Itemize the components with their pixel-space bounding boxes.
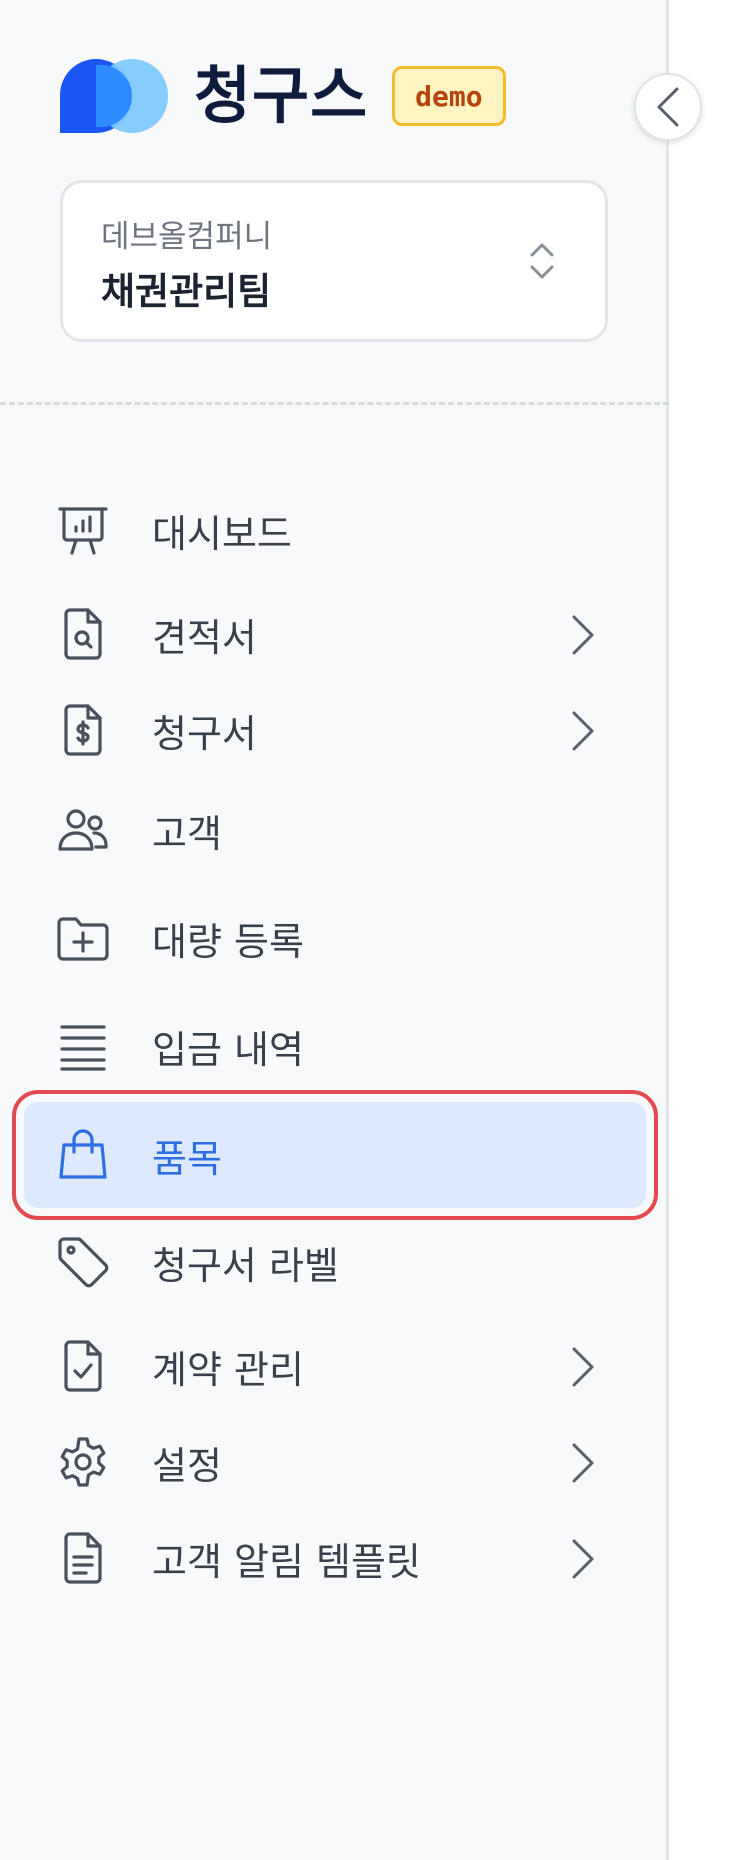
brand-name: 청구스: [194, 59, 369, 132]
brand-logo-icon: [60, 59, 168, 133]
company-name: 데브올컴퍼니: [101, 219, 273, 255]
document-search-icon: [56, 607, 110, 661]
folder-plus-icon: [56, 911, 110, 965]
nav-item-settings[interactable]: 설정: [24, 1410, 644, 1514]
list-lines-icon: [56, 1019, 110, 1073]
nav-item-quotes[interactable]: 견적서: [24, 582, 644, 686]
nav-item-notification-templates[interactable]: 고객 알림 템플릿: [24, 1506, 644, 1610]
logo-row: 청구스 demo: [60, 56, 506, 136]
document-text-icon: [56, 1531, 110, 1585]
shopping-bag-icon: [56, 1128, 110, 1182]
divider: [0, 402, 669, 405]
organization-switcher[interactable]: 데브올컴퍼니 채권관리팀: [60, 180, 608, 342]
chevron-up-down-icon: [530, 243, 554, 279]
tag-icon: [56, 1235, 110, 1289]
sidebar: 청구스 demo 데브올컴퍼니 채권관리팀 대시보드 견적서 청구서 고객 대량…: [0, 0, 669, 1860]
nav-label: 대시보드: [152, 511, 292, 556]
nav-label: 계약 관리: [152, 1347, 304, 1392]
nav-label: 견적서: [152, 615, 257, 660]
nav-label: 설정: [152, 1443, 222, 1488]
presentation-chart-icon: [56, 503, 110, 557]
collapse-sidebar-button[interactable]: [634, 73, 702, 141]
nav-item-products[interactable]: 품목: [12, 1090, 658, 1220]
chevron-right-icon: [572, 615, 594, 655]
nav-item-contracts[interactable]: 계약 관리: [24, 1314, 644, 1418]
document-check-icon: [56, 1339, 110, 1393]
nav-item-customers[interactable]: 고객: [24, 778, 644, 882]
nav-item-deposits[interactable]: 입금 내역: [24, 994, 644, 1098]
team-name: 채권관리팀: [101, 270, 272, 313]
nav-label: 청구서 라벨: [152, 1243, 339, 1288]
chevron-right-icon: [572, 1347, 594, 1387]
main-content-area: [669, 0, 750, 1860]
document-dollar-icon: [56, 703, 110, 757]
nav-label: 품목: [152, 1136, 222, 1181]
nav-label: 입금 내역: [152, 1027, 304, 1072]
chevron-left-icon: [657, 87, 679, 127]
nav-item-invoice-labels[interactable]: 청구서 라벨: [24, 1210, 644, 1314]
gear-icon: [56, 1435, 110, 1489]
chevron-right-icon: [572, 1539, 594, 1579]
nav-label: 고객: [152, 811, 222, 856]
demo-badge: demo: [392, 66, 506, 126]
nav-item-bulk-upload[interactable]: 대량 등록: [24, 886, 644, 990]
nav-label: 고객 알림 템플릿: [152, 1539, 421, 1584]
chevron-right-icon: [572, 1443, 594, 1483]
nav-item-invoices[interactable]: 청구서: [24, 678, 644, 782]
chevron-right-icon: [572, 711, 594, 751]
nav-label: 대량 등록: [152, 919, 304, 964]
users-icon: [56, 803, 110, 857]
nav-label: 청구서: [152, 711, 257, 756]
nav-item-dashboard[interactable]: 대시보드: [24, 478, 644, 582]
